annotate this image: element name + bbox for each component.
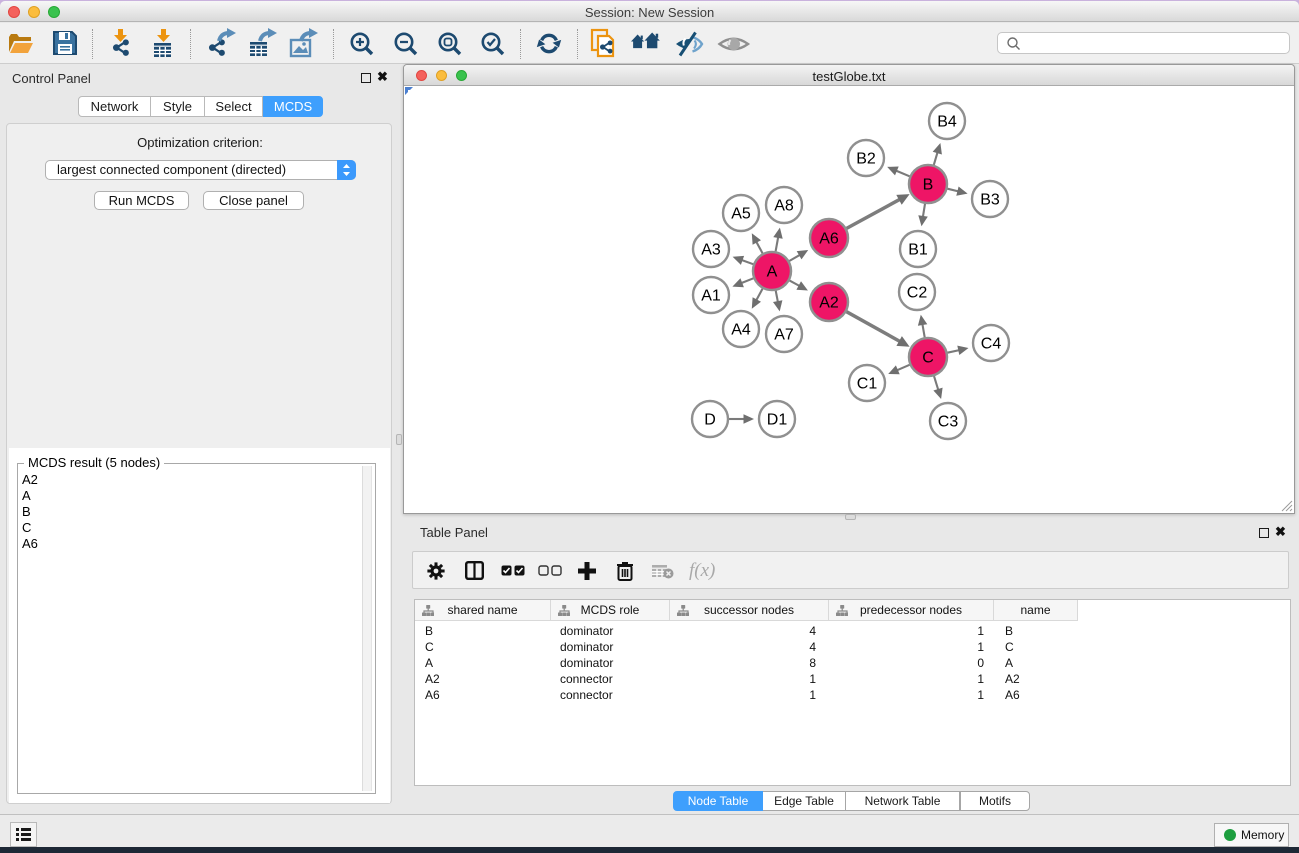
svg-text:A3: A3 (701, 242, 721, 259)
svg-text:C4: C4 (981, 336, 1002, 353)
svg-text:A2: A2 (819, 295, 839, 312)
svg-text:B2: B2 (856, 151, 876, 168)
svg-text:A6: A6 (819, 231, 839, 248)
svg-text:B4: B4 (937, 114, 957, 131)
svg-text:A: A (767, 264, 778, 281)
svg-text:A1: A1 (701, 288, 721, 305)
svg-text:C: C (922, 350, 934, 367)
svg-text:A7: A7 (774, 327, 794, 344)
svg-text:A4: A4 (731, 322, 751, 339)
svg-text:C3: C3 (938, 414, 959, 431)
svg-text:D1: D1 (767, 412, 788, 429)
svg-text:C2: C2 (907, 285, 928, 302)
svg-text:A8: A8 (774, 198, 794, 215)
svg-text:D: D (704, 412, 716, 429)
svg-text:B: B (923, 177, 934, 194)
svg-text:A5: A5 (731, 206, 751, 223)
svg-text:B3: B3 (980, 192, 1000, 209)
svg-text:B1: B1 (908, 242, 928, 259)
svg-text:C1: C1 (857, 376, 878, 393)
